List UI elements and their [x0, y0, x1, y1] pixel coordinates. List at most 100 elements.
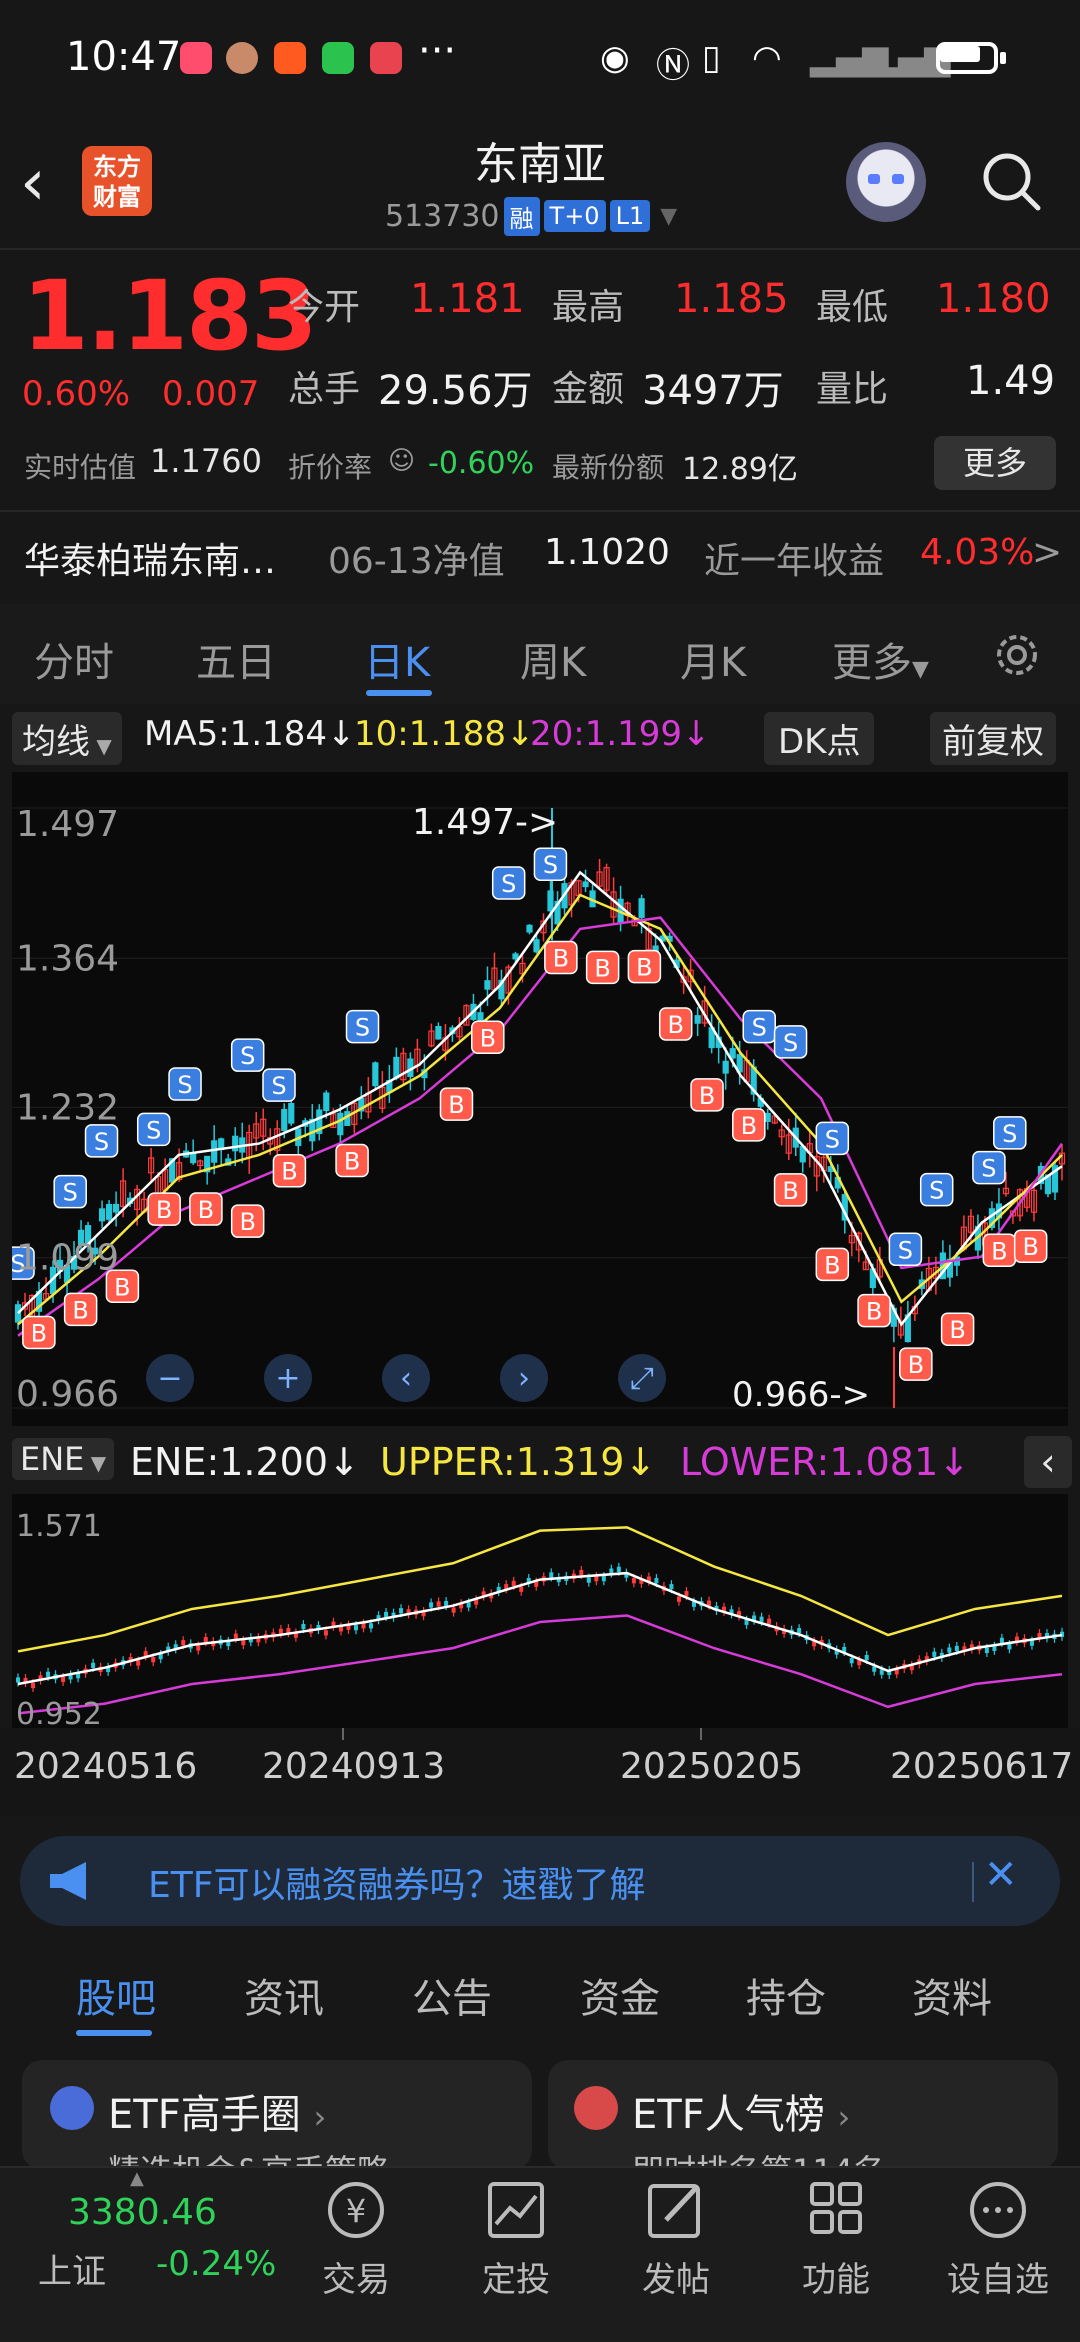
ene-candle-body	[684, 1590, 689, 1597]
nav-post[interactable]: 发帖	[616, 2176, 736, 2301]
candle-body	[764, 1112, 771, 1122]
marker-letter: B	[699, 1082, 715, 1110]
candle-body	[105, 1203, 113, 1220]
amount-label: 金额	[552, 369, 625, 410]
robot-eye	[868, 174, 880, 184]
tab-intraday[interactable]: 分时	[34, 630, 114, 688]
marker-letter: B	[908, 1351, 924, 1379]
candle-body	[112, 1203, 120, 1213]
nav-label: 功能	[802, 2260, 870, 2300]
ai-assistant-icon[interactable]	[846, 142, 926, 222]
nav-add-watchlist[interactable]: 设自选	[938, 2176, 1058, 2301]
buy-marker: B	[230, 1204, 265, 1238]
ene-candle-body	[91, 1662, 96, 1668]
ene-candle-body	[579, 1569, 584, 1576]
buy-marker: B	[22, 1315, 56, 1350]
ene-candle-body	[16, 1677, 20, 1683]
ene-candle-body	[864, 1654, 869, 1661]
sell-marker: S	[345, 1009, 380, 1044]
tab-news[interactable]: 资讯	[244, 1966, 324, 2024]
tab-funds[interactable]: 资金	[580, 1966, 660, 2024]
ene-candle-body	[278, 1628, 283, 1634]
tab-weekly-k[interactable]: 周K	[520, 630, 586, 688]
date-label: 20240516	[14, 1746, 198, 1787]
battery-level	[940, 46, 980, 62]
shares-label: 最新份额	[552, 451, 665, 484]
ene-candle-body	[594, 1576, 599, 1582]
buy-marker: B	[982, 1233, 1017, 1268]
candle-body	[526, 924, 533, 933]
kline-chart[interactable]: BBBB B BB BBBB B BBBBBBBBBB BSSS SSSSSSSSSSSSSS…	[12, 772, 1068, 1426]
ma-selector-label: 均线	[22, 722, 90, 762]
scroll-left-button[interactable]: ‹	[382, 1354, 430, 1402]
collapse-panel-button[interactable]: ‹	[1024, 1436, 1072, 1488]
tab-announcements[interactable]: 公告	[412, 1966, 492, 2024]
security-code-row[interactable]: 513730 融 T+0 L1 ▼	[385, 196, 677, 236]
tab-more[interactable]: 更多▼	[832, 630, 929, 688]
search-icon[interactable]	[980, 150, 1042, 212]
volume-ratio-value: 1.49	[966, 358, 1056, 404]
marker-letter: S	[752, 1014, 767, 1042]
ene-candle-body	[466, 1602, 471, 1608]
nav-invest-plan[interactable]: 定投	[456, 2176, 576, 2301]
candle-body	[435, 1026, 442, 1040]
logo-text: 财富	[93, 183, 141, 211]
date-tick	[700, 1728, 702, 1740]
zoom-out-button[interactable]: −	[146, 1354, 194, 1402]
zoom-in-button[interactable]: +	[264, 1354, 312, 1402]
date-label: 20240913	[262, 1746, 446, 1787]
sell-marker: S	[888, 1232, 923, 1267]
active-tab-indicator	[76, 2030, 152, 2036]
buy-marker: B	[773, 1173, 808, 1207]
ene-candle-body	[631, 1578, 636, 1584]
marker-letter: B	[72, 1296, 88, 1324]
y-axis-label: 1.099	[16, 1238, 119, 1279]
scroll-right-button[interactable]: ›	[500, 1354, 548, 1402]
scroll-left-icon: ‹	[400, 1361, 412, 1396]
tab-monthly-k[interactable]: 月K	[680, 630, 746, 688]
back-button[interactable]: ‹	[20, 148, 70, 218]
candle-body	[484, 980, 491, 990]
eye-icon: ◉	[600, 38, 630, 78]
tab-forum[interactable]: 股吧	[76, 1966, 156, 2024]
logo-text: 东方	[93, 153, 141, 181]
ma10-value: 10:1.188↓	[354, 714, 535, 754]
high-annotation: 1.497->	[412, 802, 558, 843]
high-label: 最高	[552, 287, 625, 328]
caret-down-icon: ▼	[84, 1451, 107, 1475]
huawei-app-icon	[370, 42, 402, 74]
more-circle-icon	[970, 2182, 1026, 2238]
ene-selector[interactable]: ENE ▼	[12, 1438, 115, 1480]
tab-profile[interactable]: 资料	[912, 1966, 992, 2024]
adjust-selector[interactable]: 前复权	[930, 712, 1056, 765]
close-icon[interactable]: ✕	[984, 1852, 1018, 1898]
banner-text[interactable]: ETF可以融资融券吗？速戳了解	[148, 1856, 645, 1908]
info-icon[interactable]: ☺	[388, 446, 415, 476]
edit-icon	[648, 2184, 700, 2238]
more-button[interactable]: 更多	[934, 436, 1056, 490]
low-annotation: 0.966->	[732, 1375, 870, 1415]
nav-functions[interactable]: 功能	[776, 2176, 896, 2301]
marker-letter: S	[783, 1029, 798, 1057]
dk-point-button[interactable]: DK点	[764, 712, 875, 765]
ene-candle-body	[549, 1572, 554, 1578]
tab-five-day[interactable]: 五日	[196, 630, 276, 688]
ene-candle-body	[196, 1645, 201, 1651]
y-axis-label: 1.571	[16, 1509, 102, 1544]
index-value[interactable]: 3380.46	[68, 2192, 217, 2233]
tab-daily-k[interactable]: 日K	[364, 630, 430, 688]
etf-expert-circle-card[interactable]: ETF高手圈 › 精选机会&高手策略	[22, 2060, 532, 2190]
fund-nav-row[interactable]: 华泰柏瑞东南… 06-13净值 1.1020 近一年收益 4.03% >	[0, 530, 1080, 586]
ene-candle-body	[767, 1618, 772, 1624]
eastmoney-logo[interactable]: 东方 财富	[82, 146, 152, 216]
ene-chart[interactable]: 1.571 0.952	[12, 1494, 1068, 1730]
caret-down-icon: ▼	[90, 734, 112, 758]
gear-icon[interactable]	[990, 628, 1044, 682]
status-time: 10:47	[66, 34, 182, 80]
fullscreen-button[interactable]: ⤢	[618, 1354, 666, 1402]
tab-holdings[interactable]: 持仓	[746, 1966, 826, 2024]
nav-trade[interactable]: ¥ 交易	[296, 2176, 416, 2301]
ma-selector[interactable]: 均线 ▼	[12, 712, 122, 765]
estimate-value: 1.1760	[150, 442, 262, 480]
etf-popularity-card[interactable]: ETF人气榜 › 即时排名第114名	[548, 2060, 1058, 2190]
